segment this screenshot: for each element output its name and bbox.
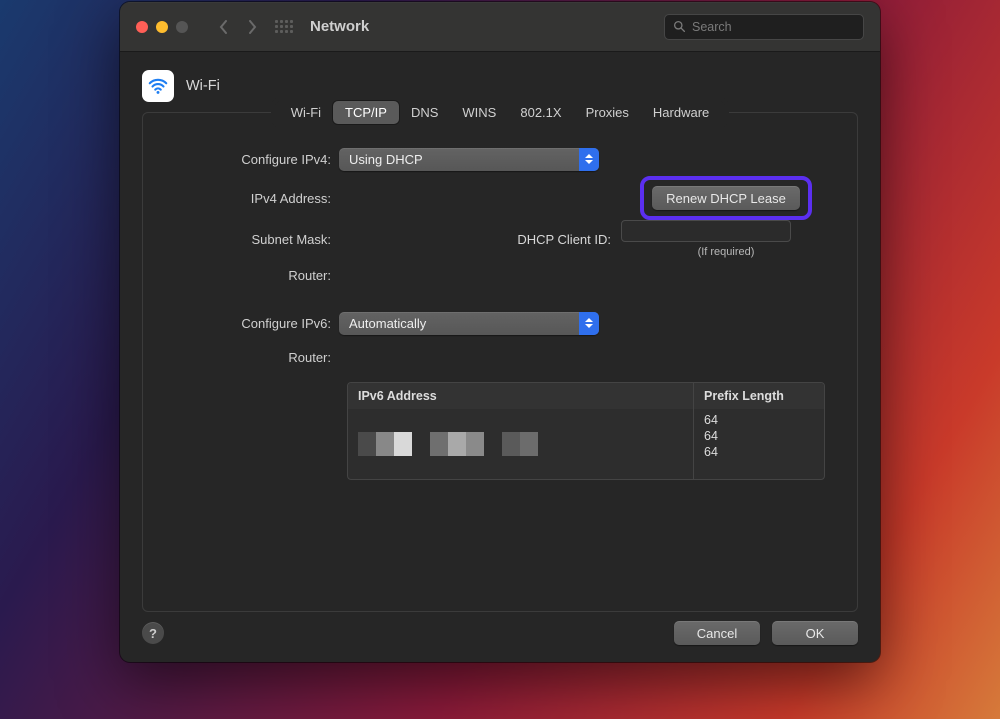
- tab-proxies[interactable]: Proxies: [574, 101, 641, 124]
- prefix-value: 64: [704, 429, 814, 443]
- show-all-prefs-icon[interactable]: [274, 17, 294, 37]
- redacted-address: [358, 432, 412, 456]
- table-header: IPv6 Address Prefix Length: [348, 383, 824, 409]
- search-icon: [673, 20, 686, 33]
- select-configure-ipv4[interactable]: Using DHCP: [339, 148, 599, 171]
- wifi-icon: [142, 70, 174, 102]
- network-prefs-window: Network Wi-Fi Wi-Fi TCP/IP: [120, 2, 880, 662]
- prefix-value: 64: [704, 445, 814, 459]
- label-router-v4: Router:: [169, 268, 339, 283]
- ipv6-addresses-cell: [348, 409, 694, 479]
- select-ipv4-value: Using DHCP: [349, 152, 423, 167]
- chevron-updown-icon: [579, 312, 599, 335]
- back-button[interactable]: [212, 15, 236, 39]
- hint-if-required: (If required): [698, 246, 755, 258]
- nav-arrows: [212, 15, 264, 39]
- forward-button[interactable]: [240, 15, 264, 39]
- interface-header: Wi-Fi: [142, 70, 858, 102]
- chevron-updown-icon: [579, 148, 599, 171]
- window-controls: [136, 21, 188, 33]
- dialog-footer: ? Cancel OK: [120, 604, 880, 662]
- label-router-v6: Router:: [169, 350, 339, 365]
- tab-wifi[interactable]: Wi-Fi: [279, 101, 333, 124]
- dhcp-client-id-input[interactable]: [621, 220, 791, 242]
- help-button[interactable]: ?: [142, 622, 164, 644]
- tutorial-highlight: Renew DHCP Lease: [640, 176, 812, 220]
- window-title: Network: [310, 18, 369, 35]
- col-prefix-length[interactable]: Prefix Length: [694, 383, 824, 409]
- tab-bar: Wi-Fi TCP/IP DNS WINS 802.1X Proxies Har…: [275, 101, 726, 124]
- cancel-button[interactable]: Cancel: [674, 621, 760, 645]
- titlebar: Network: [120, 2, 880, 52]
- tab-hardware[interactable]: Hardware: [641, 101, 721, 124]
- label-configure-ipv4: Configure IPv4:: [169, 152, 339, 167]
- redacted-address: [430, 432, 484, 456]
- minimize-window-button[interactable]: [156, 21, 168, 33]
- tab-dns[interactable]: DNS: [399, 101, 450, 124]
- select-ipv6-value: Automatically: [349, 316, 426, 331]
- tcpip-form: Configure IPv4: Using DHCP IPv4 Address:: [143, 142, 857, 480]
- tab-8021x[interactable]: 802.1X: [508, 101, 573, 124]
- tab-wins[interactable]: WINS: [450, 101, 508, 124]
- label-dhcp-client-id: DHCP Client ID:: [517, 232, 611, 247]
- zoom-window-button: [176, 21, 188, 33]
- label-ipv4-address: IPv4 Address:: [169, 191, 339, 206]
- tab-tcpip[interactable]: TCP/IP: [333, 101, 399, 124]
- prefix-value: 64: [704, 413, 814, 427]
- label-configure-ipv6: Configure IPv6:: [169, 316, 339, 331]
- redacted-address: [502, 432, 538, 456]
- ipv6-address-table[interactable]: IPv6 Address Prefix Length: [347, 382, 825, 480]
- search-field[interactable]: [664, 14, 864, 40]
- col-ipv6-address[interactable]: IPv6 Address: [348, 383, 694, 409]
- content-area: Wi-Fi Wi-Fi TCP/IP DNS WINS 802.1X Proxi…: [120, 52, 880, 612]
- select-configure-ipv6[interactable]: Automatically: [339, 312, 599, 335]
- close-window-button[interactable]: [136, 21, 148, 33]
- renew-dhcp-lease-button[interactable]: Renew DHCP Lease: [652, 186, 800, 210]
- interface-name: Wi-Fi: [186, 78, 220, 94]
- label-subnet-mask: Subnet Mask:: [169, 232, 339, 247]
- ok-button[interactable]: OK: [772, 621, 858, 645]
- search-input[interactable]: [692, 20, 855, 34]
- settings-panel: Wi-Fi TCP/IP DNS WINS 802.1X Proxies Har…: [142, 112, 858, 612]
- prefix-values: 64 64 64: [694, 409, 824, 479]
